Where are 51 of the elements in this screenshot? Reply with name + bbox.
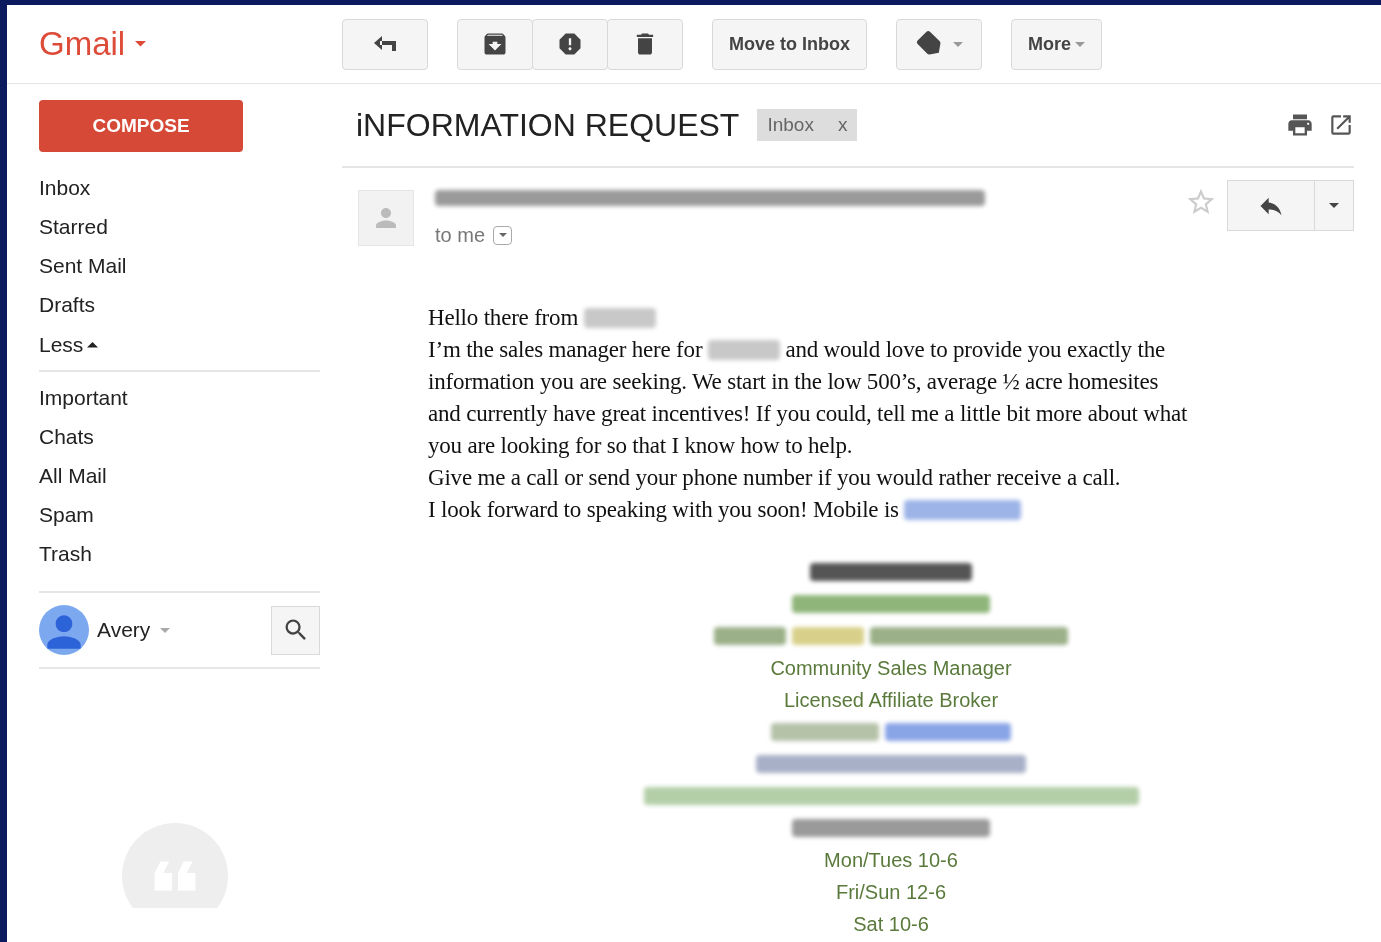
- signature-text: Fri/Sun 12-6: [835, 880, 947, 905]
- signature-text: Community Sales Manager: [770, 656, 1012, 681]
- signature-text: Mon/Tues 10-6: [824, 848, 958, 873]
- body-text: information you are seeking. We start in the low 500’s, average ½ acre homesites: [428, 368, 1159, 396]
- details-dropdown[interactable]: [493, 225, 513, 245]
- remove-label[interactable]: x: [837, 110, 848, 140]
- new-window-icon[interactable]: [1328, 112, 1354, 138]
- move-to-inbox-button[interactable]: Move to Inbox: [712, 18, 867, 70]
- body-text: I look forward to speaking with you soon! Mobile is: [428, 496, 900, 524]
- recipient-text: to me: [435, 223, 486, 248]
- nav-item[interactable]: All Mail: [39, 456, 320, 495]
- body-text: you are looking for so that I know how to help.: [428, 432, 853, 460]
- reply-button[interactable]: [1227, 180, 1315, 231]
- archive-button[interactable]: [457, 18, 533, 70]
- nav-item[interactable]: Spam: [39, 495, 320, 534]
- avatar-icon: [39, 605, 89, 655]
- less-toggle[interactable]: Less: [39, 324, 320, 366]
- nav-item[interactable]: Starred: [39, 207, 320, 246]
- email-subject: iNFORMATION REQUEST: [356, 106, 740, 145]
- body-text: and currently have great incentives! If you could, tell me a little bit more about what: [428, 400, 1188, 428]
- caret-icon: [1075, 41, 1085, 47]
- signature-text: Licensed Affiliate Broker: [783, 688, 999, 713]
- sender-avatar: [358, 190, 414, 246]
- body-text: and would love to provide you exactly the: [784, 336, 1165, 364]
- nav-item[interactable]: Inbox: [39, 168, 320, 207]
- back-arrow-icon: [372, 35, 398, 53]
- search-button[interactable]: [271, 605, 320, 655]
- delete-button[interactable]: [607, 18, 683, 70]
- gmail-logo[interactable]: Gmail: [39, 19, 126, 69]
- body-text: Give me a call or send your phone number if you would rather receive a call.: [428, 464, 1121, 492]
- body-text: Hello there from: [428, 304, 580, 332]
- nav-item[interactable]: Sent Mail: [39, 246, 320, 285]
- more-button[interactable]: More: [1011, 18, 1102, 70]
- nav-item[interactable]: Trash: [39, 534, 320, 573]
- caret-icon: [87, 342, 99, 348]
- labels-button[interactable]: [896, 18, 982, 70]
- nav-item[interactable]: Important: [39, 378, 320, 417]
- label-text: Inbox: [767, 112, 814, 137]
- spam-button[interactable]: [532, 18, 608, 70]
- back-button[interactable]: [342, 18, 428, 70]
- body-text: I’m the sales manager here for: [428, 336, 704, 364]
- account-menu[interactable]: Avery: [97, 614, 171, 646]
- caret-icon: [160, 627, 171, 633]
- caret-icon: [953, 41, 963, 47]
- compose-button[interactable]: COMPOSE: [39, 100, 243, 152]
- caret-icon: [135, 41, 147, 47]
- caret-icon: [498, 233, 507, 237]
- nav-item[interactable]: Chats: [39, 417, 320, 456]
- nav-item[interactable]: Drafts: [39, 285, 320, 324]
- caret-icon: [1329, 203, 1339, 208]
- signature-text: Sat 10-6: [853, 912, 929, 937]
